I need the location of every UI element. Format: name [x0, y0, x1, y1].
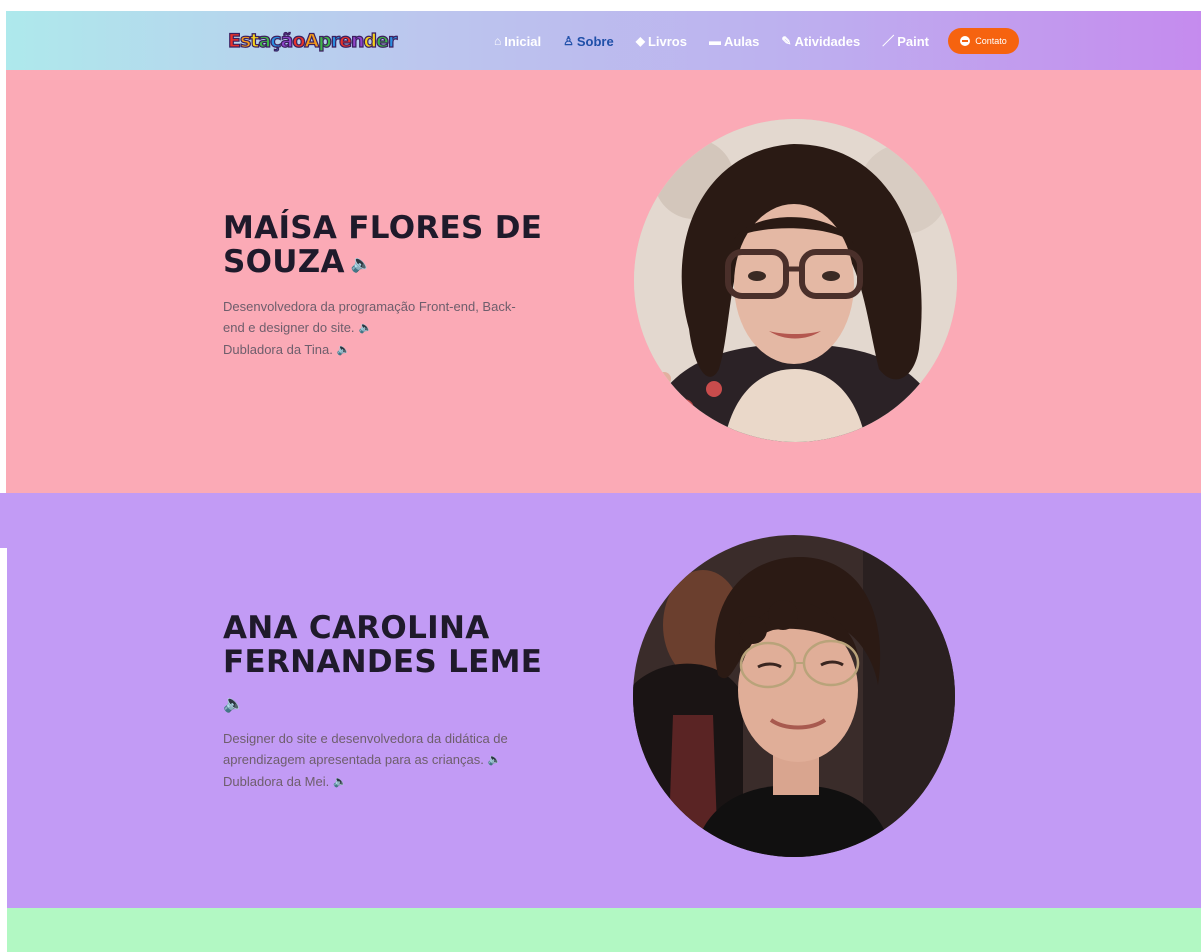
logo-letter: ç	[270, 29, 283, 52]
logo-letter: e	[376, 29, 390, 52]
logo-letter: ã	[280, 29, 294, 52]
profile-name-text: Ana Carolina Fernandes Leme	[223, 610, 543, 680]
nav-label: Livros	[647, 33, 687, 49]
nav-item-inicial[interactable]: ⌂ Inicial	[494, 34, 541, 49]
nav-label: Paint	[897, 33, 929, 49]
logo-letter: A	[304, 29, 320, 52]
speaker-icon[interactable]: 🔈	[333, 772, 347, 793]
logo-letter: E	[227, 29, 241, 52]
nav-item-atividades[interactable]: ✎ Atividades	[781, 34, 860, 49]
profile-description: Designer do site e desenvolvedora da did…	[223, 728, 523, 793]
brush-icon: ／	[882, 34, 895, 48]
nav-item-livros[interactable]: ◆ Livros	[636, 34, 687, 49]
speaker-icon[interactable]: 🔈	[359, 318, 373, 339]
graduation-cap-icon: ◆	[635, 34, 645, 48]
nav-item-sobre[interactable]: ♙ Sobre	[563, 34, 614, 49]
nav-label: Aulas	[723, 33, 760, 49]
logo-letter: e	[338, 29, 352, 52]
logo-letter: r	[330, 29, 341, 52]
nav-links: ⌂ Inicial ♙ Sobre ◆ Livros ▬ Aulas ✎ Ati…	[494, 29, 929, 53]
profile-name: Maísa Flores de Souza 🔈	[223, 211, 543, 281]
speaker-icon[interactable]: 🔈	[488, 750, 502, 771]
logo-letter: r	[387, 29, 398, 52]
person-icon: ♙	[563, 34, 574, 48]
profile-name: Ana Carolina Fernandes Leme 🔈	[223, 611, 543, 721]
logo-letter: a	[258, 29, 272, 52]
logo-letter: d	[363, 29, 378, 52]
notepad-icon: ✎	[781, 34, 792, 48]
portrait-image	[634, 119, 957, 442]
logo-letter: n	[350, 29, 365, 52]
logo-letter: o	[292, 29, 306, 52]
next-section	[7, 908, 1201, 952]
nav-label: Inicial	[504, 33, 542, 49]
site-logo[interactable]: EstaçãoAprender	[227, 25, 398, 57]
nav-label: Sobre	[576, 33, 614, 49]
description-line: Dubladora da Mei.	[223, 774, 330, 790]
house-icon: ⌂	[494, 34, 502, 48]
profile-section-maisa	[6, 70, 1201, 493]
profile-photo-ana	[633, 535, 955, 857]
speaker-icon[interactable]: 🔈	[337, 340, 351, 361]
profile-description: Desenvolvedora da programação Front-end,…	[223, 296, 523, 361]
speaker-icon[interactable]: 🔈	[223, 687, 244, 721]
chat-bubble-icon	[960, 36, 971, 46]
nav-label: Atividades	[794, 33, 861, 49]
section-edge	[0, 493, 7, 548]
logo-letter: p	[318, 29, 333, 52]
profile-section-ana	[7, 493, 1201, 908]
portrait-image	[633, 535, 955, 857]
speaker-icon[interactable]: 🔈	[351, 247, 372, 281]
contact-label: Contato	[975, 36, 1007, 46]
navbar: EstaçãoAprender ⌂ Inicial ♙ Sobre ◆ Livr…	[6, 11, 1201, 70]
nav-item-paint[interactable]: ／ Paint	[882, 34, 929, 49]
description-line: Dubladora da Tina.	[223, 342, 333, 358]
description-line: Designer do site e desenvolvedora da did…	[223, 731, 508, 767]
logo-letter: s	[239, 29, 252, 52]
chalkboard-icon: ▬	[708, 34, 721, 48]
profile-name-text: Maísa Flores de Souza	[223, 210, 543, 280]
nav-item-aulas[interactable]: ▬ Aulas	[709, 34, 759, 49]
contact-button[interactable]: Contato	[948, 28, 1019, 54]
profile-photo-maisa	[634, 119, 957, 442]
